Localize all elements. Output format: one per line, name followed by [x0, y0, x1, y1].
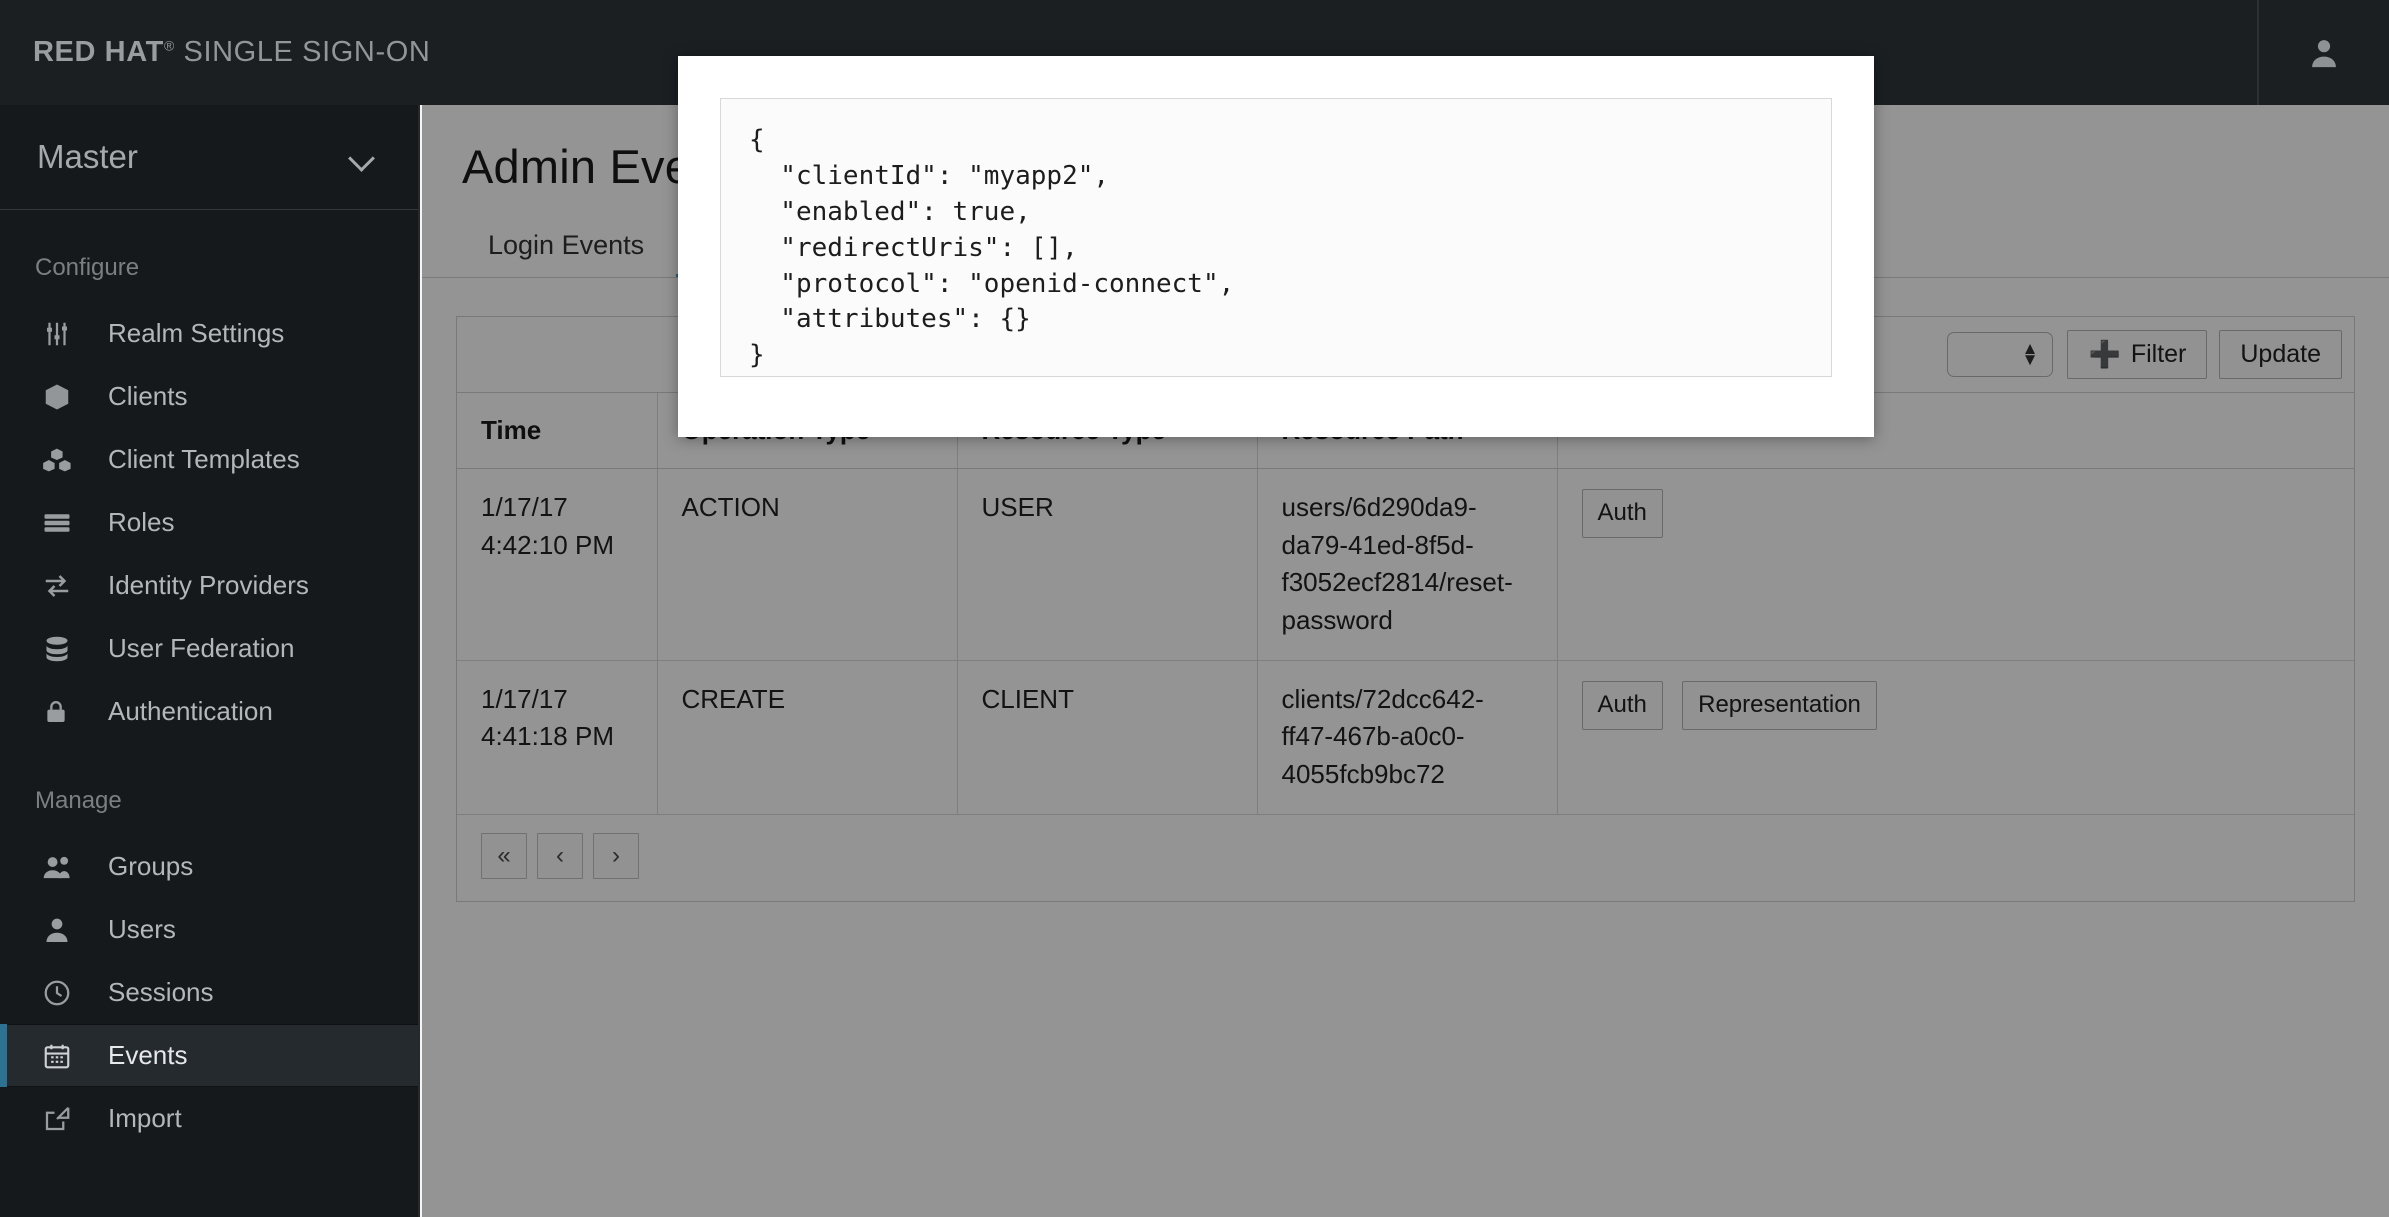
- brand-registered-mark: ®: [164, 37, 175, 53]
- sidebar-item-label: User Federation: [108, 633, 294, 664]
- brand-redhat: RED HAT: [33, 36, 164, 68]
- sidebar-item-events[interactable]: Events: [0, 1024, 418, 1087]
- sidebar-item-label: Groups: [108, 851, 193, 882]
- sidebar-item-import[interactable]: Import: [0, 1087, 418, 1150]
- realm-selector[interactable]: Master: [0, 105, 418, 210]
- sidebar-item-label: Clients: [108, 381, 187, 412]
- sidebar-item-label: Realm Settings: [108, 318, 284, 349]
- sidebar-item-sessions[interactable]: Sessions: [0, 961, 418, 1024]
- user-icon: [2307, 36, 2341, 70]
- group-icon: [42, 852, 88, 882]
- sidebar-item-roles[interactable]: Roles: [0, 491, 418, 554]
- sidebar-group-manage-label: Manage: [0, 743, 418, 835]
- sidebar: Master Configure Realm Settings Clients: [0, 105, 420, 1217]
- realm-name: Master: [37, 138, 350, 176]
- sidebar-item-label: Roles: [108, 507, 174, 538]
- sidebar-item-label: Users: [108, 914, 176, 945]
- user-menu-button[interactable]: [2257, 0, 2389, 105]
- sidebar-item-label: Import: [108, 1103, 182, 1134]
- sidebar-item-label: Authentication: [108, 696, 273, 727]
- cubes-icon: [42, 445, 88, 475]
- sidebar-item-label: Sessions: [108, 977, 214, 1008]
- database-icon: [42, 634, 88, 664]
- sidebar-group-configure-label: Configure: [0, 210, 418, 302]
- exchange-icon: [42, 571, 88, 601]
- chevron-down-icon: [350, 149, 378, 165]
- sidebar-item-users[interactable]: Users: [0, 898, 418, 961]
- sidebar-item-label: Events: [108, 1040, 188, 1071]
- import-icon: [42, 1104, 88, 1134]
- lock-icon: [42, 697, 88, 727]
- sidebar-item-label: Identity Providers: [108, 570, 309, 601]
- sidebar-item-identity-providers[interactable]: Identity Providers: [0, 554, 418, 617]
- sidebar-item-client-templates[interactable]: Client Templates: [0, 428, 418, 491]
- sidebar-item-groups[interactable]: Groups: [0, 835, 418, 898]
- clock-icon: [42, 978, 88, 1008]
- brand-logo: RED HAT® SINGLE SIGN-ON: [33, 36, 430, 69]
- brand-product: SINGLE SIGN-ON: [184, 36, 431, 68]
- sidebar-item-clients[interactable]: Clients: [0, 365, 418, 428]
- representation-modal: { "clientId": "myapp2", "enabled": true,…: [678, 56, 1874, 437]
- sliders-icon: [42, 319, 88, 349]
- user-icon: [42, 915, 88, 945]
- json-representation: { "clientId": "myapp2", "enabled": true,…: [749, 123, 1803, 374]
- sidebar-item-realm-settings[interactable]: Realm Settings: [0, 302, 418, 365]
- sidebar-item-user-federation[interactable]: User Federation: [0, 617, 418, 680]
- calendar-icon: [42, 1041, 88, 1071]
- modal-code-area[interactable]: { "clientId": "myapp2", "enabled": true,…: [720, 98, 1832, 377]
- stack-icon: [42, 508, 88, 538]
- cube-icon: [42, 382, 88, 412]
- sidebar-item-authentication[interactable]: Authentication: [0, 680, 418, 743]
- sidebar-item-label: Client Templates: [108, 444, 300, 475]
